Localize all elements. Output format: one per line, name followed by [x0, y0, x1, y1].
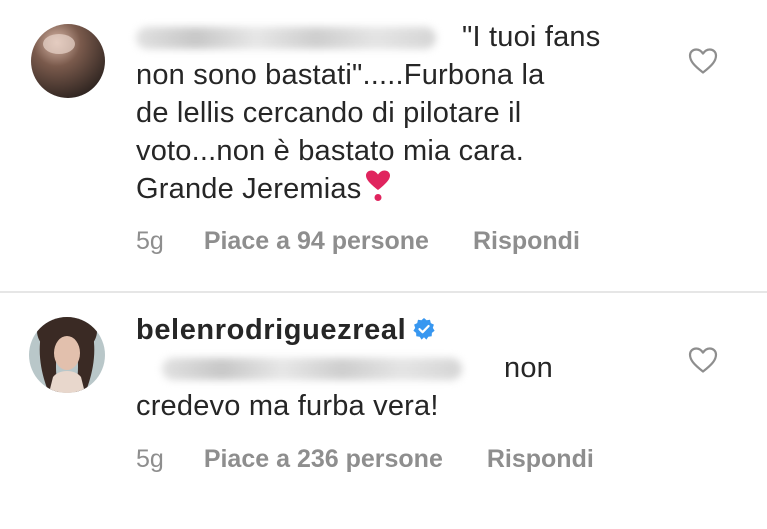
likes-count-link[interactable]: Piace a 236 persone — [204, 445, 443, 474]
likes-count-link[interactable]: Piace a 94 persone — [204, 227, 429, 256]
reply-button[interactable]: Rispondi — [473, 227, 580, 256]
heart-outline-icon[interactable] — [688, 47, 718, 75]
comment-meta: 5g Piace a 94 persone Rispondi — [136, 227, 580, 256]
reply-button[interactable]: Rispondi — [487, 445, 594, 474]
avatar[interactable] — [31, 24, 105, 98]
verified-badge-icon — [412, 313, 436, 340]
avatar-image — [29, 317, 105, 393]
comment-text: belenrodriguezreal non credevo ma furba … — [136, 311, 656, 425]
heart-outline-icon[interactable] — [688, 346, 718, 374]
comment-line: voto...non è bastato mia cara. — [136, 135, 525, 167]
comment-meta: 5g Piace a 236 persone Rispondi — [136, 445, 594, 474]
avatar[interactable] — [29, 317, 105, 393]
comment-item: "I tuoi fans non sono bastati".....Furbo… — [0, 0, 767, 292]
comment-line: non — [504, 352, 553, 384]
comments-screen: "I tuoi fans non sono bastati".....Furbo… — [0, 0, 767, 529]
comment-username[interactable]: belenrodriguezreal — [136, 314, 406, 346]
comment-time: 5g — [136, 227, 164, 255]
comment-time: 5g — [136, 445, 164, 473]
comment-line: credevo ma furba vera! — [136, 390, 439, 422]
comment-line: de lellis cercando di pilotare il — [136, 97, 522, 129]
avatar-image — [31, 24, 105, 98]
comment-line: Grande Jeremias — [136, 173, 362, 205]
comment-item: belenrodriguezreal non credevo ma furba … — [0, 293, 767, 529]
comment-line: "I tuoi fans — [462, 21, 601, 53]
comment-text: "I tuoi fans non sono bastati".....Furbo… — [136, 18, 656, 208]
comment-line: non sono bastati".....Furbona la — [136, 59, 545, 91]
blurred-username[interactable] — [136, 27, 436, 50]
heart-exclamation-emoji-icon — [365, 170, 391, 202]
blurred-mention[interactable] — [162, 358, 462, 381]
